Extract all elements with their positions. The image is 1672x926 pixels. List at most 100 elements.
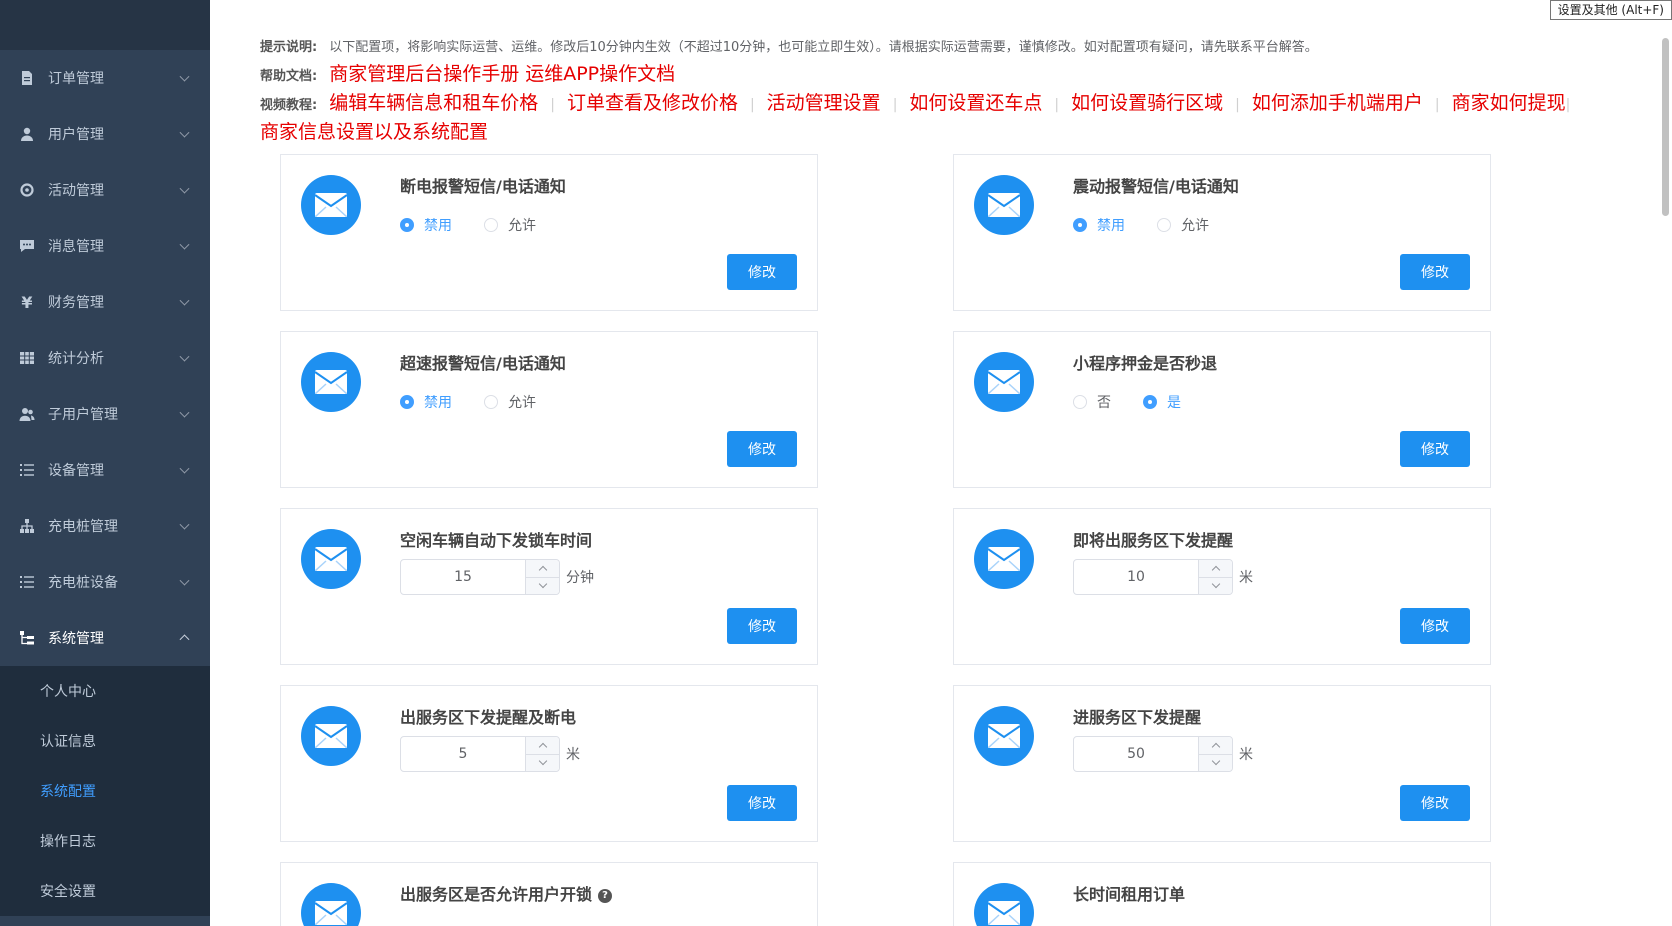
radio-no[interactable]: 否 bbox=[1073, 392, 1111, 412]
radio-label: 禁用 bbox=[424, 218, 452, 234]
stepper-increase-button[interactable] bbox=[1199, 737, 1232, 755]
number-stepper bbox=[400, 736, 560, 772]
modify-button[interactable]: 修改 bbox=[727, 431, 797, 467]
radio-disable[interactable]: 禁用 bbox=[400, 392, 452, 412]
video-link[interactable]: 如何设置骑行区域 bbox=[1071, 90, 1223, 117]
sidebar-submenu-system: 个人中心 认证信息 系统配置 操作日志 安全设置 bbox=[0, 666, 210, 916]
sidebar-item-statistics[interactable]: 统计分析 bbox=[0, 330, 210, 386]
envelope-icon bbox=[974, 883, 1034, 926]
sidebar-item-messages[interactable]: 消息管理 bbox=[0, 218, 210, 274]
radio-label: 允许 bbox=[508, 395, 536, 411]
envelope-icon bbox=[301, 883, 361, 926]
sidebar-item-subusers[interactable]: 子用户管理 bbox=[0, 386, 210, 442]
video-link[interactable]: 商家信息设置以及系统配置 bbox=[260, 119, 488, 146]
stepper-group: 分钟 bbox=[400, 559, 594, 595]
radio-dot bbox=[1157, 218, 1171, 232]
radio-allow[interactable]: 允许 bbox=[484, 392, 536, 412]
link-separator: | bbox=[1565, 97, 1571, 113]
sidebar-subitem-system-config[interactable]: 系统配置 bbox=[0, 766, 210, 816]
modify-button[interactable]: 修改 bbox=[727, 254, 797, 290]
video-link[interactable]: 订单查看及修改价格 bbox=[567, 90, 738, 117]
link-separator: | bbox=[550, 97, 555, 113]
stepper-decrease-button[interactable] bbox=[526, 577, 559, 594]
modify-button[interactable]: 修改 bbox=[1400, 254, 1470, 290]
modify-button[interactable]: 修改 bbox=[727, 608, 797, 644]
envelope-icon bbox=[301, 706, 361, 766]
modify-button[interactable]: 修改 bbox=[1400, 785, 1470, 821]
radio-yes[interactable]: 是 bbox=[1143, 392, 1181, 412]
sidebar-item-label: 统计分析 bbox=[48, 351, 104, 367]
card-title: 小程序押金是否秒退 bbox=[1073, 354, 1218, 373]
video-link[interactable]: 如何设置还车点 bbox=[909, 90, 1042, 117]
tree-icon bbox=[18, 629, 36, 647]
sidebar-subitem-operation-log[interactable]: 操作日志 bbox=[0, 816, 210, 866]
config-card: 断电报警短信/电话通知 禁用 允许 修改 bbox=[280, 154, 818, 311]
sidebar-item-charging-devices[interactable]: 充电桩设备 bbox=[0, 554, 210, 610]
modify-button[interactable]: 修改 bbox=[1400, 608, 1470, 644]
sidebar-item-devices[interactable]: 设备管理 bbox=[0, 442, 210, 498]
radio-disable[interactable]: 禁用 bbox=[400, 215, 452, 235]
sidebar-subitem-certification[interactable]: 认证信息 bbox=[0, 716, 210, 766]
envelope-icon bbox=[301, 175, 361, 235]
sidebar-item-orders[interactable]: 订单管理 bbox=[0, 50, 210, 106]
modify-button[interactable]: 修改 bbox=[1400, 431, 1470, 467]
sidebar-item-finance[interactable]: ¥ 财务管理 bbox=[0, 274, 210, 330]
list-icon bbox=[18, 461, 36, 479]
stepper-group: 米 bbox=[400, 736, 580, 772]
card-title: 即将出服务区下发提醒 bbox=[1073, 531, 1234, 550]
user-icon bbox=[18, 125, 36, 143]
sidebar-item-users[interactable]: 用户管理 bbox=[0, 106, 210, 162]
sidebar-item-system[interactable]: 系统管理 bbox=[0, 610, 210, 666]
chevron-up-icon bbox=[1211, 566, 1220, 575]
chevron-down-icon bbox=[179, 295, 190, 306]
envelope-icon bbox=[974, 175, 1034, 235]
radio-dot bbox=[400, 395, 414, 409]
chevron-down-icon bbox=[179, 351, 190, 362]
stepper-decrease-button[interactable] bbox=[1199, 577, 1232, 594]
stepper-group: 米 bbox=[1073, 736, 1253, 772]
chevron-down-icon bbox=[179, 239, 190, 250]
radio-allow[interactable]: 允许 bbox=[1157, 215, 1209, 235]
stepper-increase-button[interactable] bbox=[526, 560, 559, 578]
stepper-input[interactable] bbox=[1074, 737, 1198, 771]
radio-dot bbox=[400, 218, 414, 232]
radio-allow[interactable]: 允许 bbox=[484, 215, 536, 235]
chevron-down-icon bbox=[179, 575, 190, 586]
chat-icon bbox=[18, 237, 36, 255]
chevron-down-icon bbox=[538, 579, 547, 588]
envelope-icon bbox=[974, 529, 1034, 589]
radio-label: 允许 bbox=[508, 218, 536, 234]
doc-link-merchant-manual[interactable]: 商家管理后台操作手册 bbox=[329, 59, 519, 86]
video-link[interactable]: 活动管理设置 bbox=[767, 90, 881, 117]
sidebar-subitem-profile[interactable]: 个人中心 bbox=[0, 666, 210, 716]
sidebar-subitem-security[interactable]: 安全设置 bbox=[0, 866, 210, 916]
settings-tooltip: 设置及其他 (Alt+F) bbox=[1549, 0, 1672, 20]
doc-link-app-manual[interactable]: 运维APP操作文档 bbox=[525, 59, 675, 86]
video-link[interactable]: 如何添加手机端用户 bbox=[1252, 90, 1423, 117]
grid-icon bbox=[18, 349, 36, 367]
sidebar: 订单管理 用户管理 活动管理 消息管理 ¥ 财务管理 统计分析 子用户管理 设备… bbox=[0, 0, 210, 926]
stepper-input[interactable] bbox=[401, 737, 525, 771]
radio-disable[interactable]: 禁用 bbox=[1073, 215, 1125, 235]
card-title-text: 出服务区是否允许用户开锁 bbox=[400, 885, 593, 904]
stepper-increase-button[interactable] bbox=[1199, 560, 1232, 578]
stepper-input[interactable] bbox=[401, 560, 525, 594]
stepper-input[interactable] bbox=[1074, 560, 1198, 594]
scrollbar-thumb[interactable] bbox=[1662, 38, 1669, 216]
sidebar-item-label: 系统管理 bbox=[48, 631, 104, 647]
modify-button[interactable]: 修改 bbox=[727, 785, 797, 821]
video-row: 视频教程: 编辑车辆信息和租车价格 | 订单查看及修改价格 | 活动管理设置 |… bbox=[260, 90, 1620, 146]
chevron-down-icon bbox=[179, 519, 190, 530]
sidebar-item-activities[interactable]: 活动管理 bbox=[0, 162, 210, 218]
link-separator: | bbox=[1434, 97, 1440, 113]
stepper-decrease-button[interactable] bbox=[526, 754, 559, 771]
sidebar-item-charging-piles[interactable]: 充电桩管理 bbox=[0, 498, 210, 554]
stepper-decrease-button[interactable] bbox=[1199, 754, 1232, 771]
video-link[interactable]: 商家如何提现 bbox=[1452, 90, 1566, 117]
help-icon[interactable]: ? bbox=[598, 888, 613, 903]
stepper-increase-button[interactable] bbox=[526, 737, 559, 755]
video-link[interactable]: 编辑车辆信息和租车价格 bbox=[329, 90, 538, 117]
chevron-down-icon bbox=[179, 71, 190, 82]
radio-dot bbox=[1073, 218, 1087, 232]
radio-group: 否 是 bbox=[1073, 392, 1213, 412]
